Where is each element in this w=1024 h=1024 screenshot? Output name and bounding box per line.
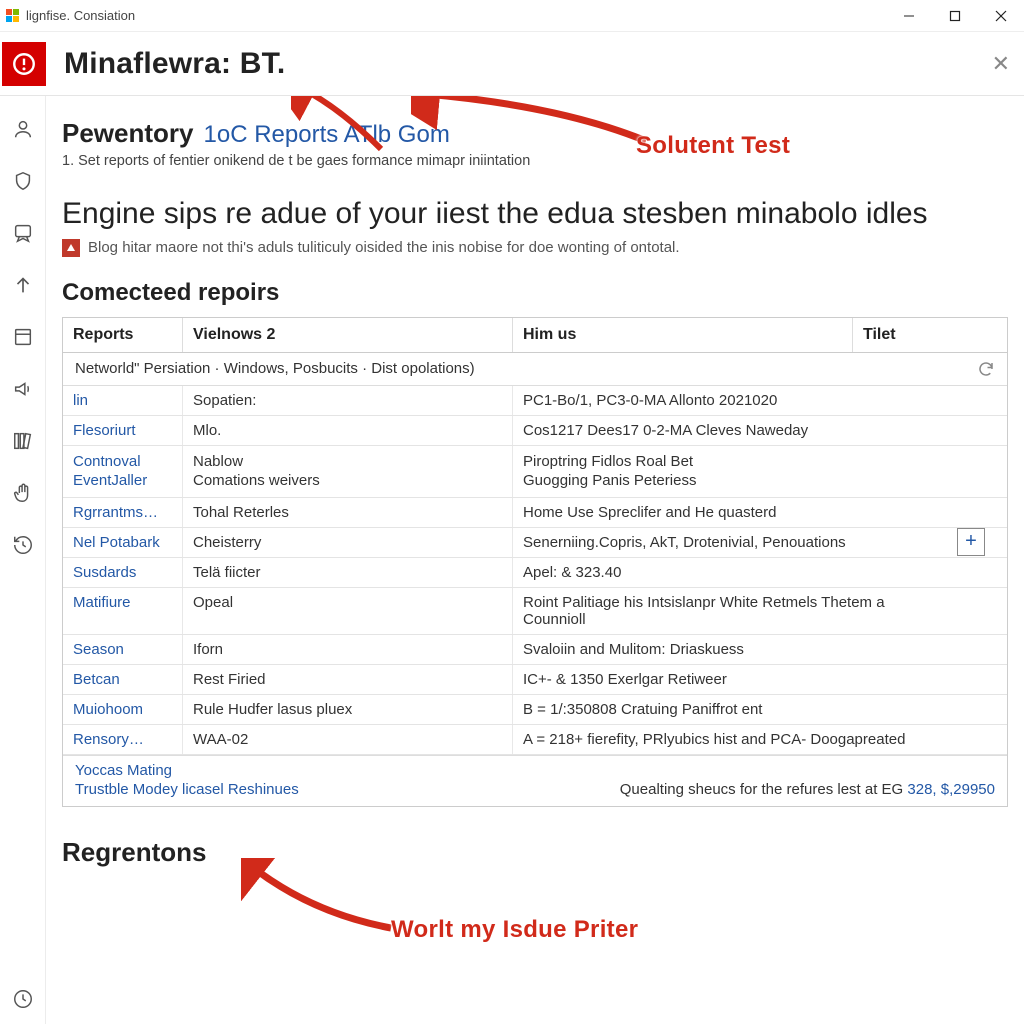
table-row[interactable]: FlesoriurtMlo.Cos1217 Dees17 0-2-MA Clev… [63, 416, 1007, 446]
app-title: Minaflewra: BT. [64, 47, 285, 81]
history-icon[interactable] [12, 534, 34, 556]
blog-note-text: Blog hitar maore not thi's aduls tulitic… [88, 239, 680, 256]
row-view-cell: Nablow Comations weivers [183, 446, 513, 497]
row-view-cell: Tohal Reterles [183, 498, 513, 527]
row-report-link[interactable]: Susdards [63, 558, 183, 587]
row-view-cell: Cheisterry [183, 528, 513, 557]
bottom-section-title: Regrentons [62, 837, 1008, 868]
table-row[interactable]: Nel PotabarkCheisterrySenerniing.Copris,… [63, 528, 1007, 558]
row-view-cell: Telä fiicter [183, 558, 513, 587]
clock-icon[interactable] [12, 988, 34, 1010]
table-breadcrumb-text: Networld" Persiation · Windows, Posbucit… [75, 360, 475, 377]
footer-link-1[interactable]: Yoccas Mating [75, 762, 995, 779]
table-breadcrumb: Networld" Persiation · Windows, Posbucit… [63, 353, 1007, 386]
add-button[interactable]: + [957, 528, 985, 556]
row-view-cell: Sopatien: [183, 386, 513, 415]
window-titlebar: lignfise. Consiation [0, 0, 1024, 32]
table-row[interactable]: Contnoval EventJallerNablow Comations we… [63, 446, 1007, 498]
table-col-reports[interactable]: Reports [63, 318, 183, 352]
table-row[interactable]: Rgrrantms…Tohal ReterlesHome Use Sprecli… [63, 498, 1007, 528]
window-close-button[interactable] [978, 0, 1024, 32]
row-view-cell: Iforn [183, 635, 513, 664]
table-row[interactable]: SusdardsTelä fiicterApel: & 323.40 [63, 558, 1007, 588]
table-col-himus[interactable]: Him us [513, 318, 853, 352]
app-header: Minaflewra: BT. ✕ [0, 32, 1024, 96]
shield-icon[interactable] [12, 170, 34, 192]
row-report-link[interactable]: Rgrrantms… [63, 498, 183, 527]
row-report-link[interactable]: Betcan [63, 665, 183, 694]
table-body[interactable]: linSopatien:PC1-Bo/1, PC3-0-MA Allonto 2… [63, 386, 1007, 755]
table-row[interactable]: BetcanRest FiriedIC+- & 1350 Exerlgar Re… [63, 665, 1007, 695]
annotation-arrow-3 [241, 858, 411, 938]
library-icon[interactable] [12, 430, 34, 452]
window-title: lignfise. Consiation [26, 8, 135, 23]
table-row[interactable]: linSopatien:PC1-Bo/1, PC3-0-MA Allonto 2… [63, 386, 1007, 416]
breadcrumb-subtitle: 1. Set reports of fentier onikend de t b… [62, 153, 1008, 169]
section-title: Comecteed repoirs [62, 279, 1008, 307]
warning-badge-icon [62, 239, 80, 257]
book-icon[interactable] [12, 326, 34, 348]
row-report-link[interactable]: Flesoriurt [63, 416, 183, 445]
row-report-link[interactable]: Contnoval EventJaller [63, 446, 183, 497]
row-report-link[interactable]: Season [63, 635, 183, 664]
header-close-button[interactable]: ✕ [992, 51, 1010, 77]
row-view-cell: Mlo. [183, 416, 513, 445]
row-desc-cell: Apel: & 323.40 [513, 558, 933, 587]
row-report-link[interactable]: Matifiure [63, 588, 183, 634]
table-row[interactable]: MatifiureOpealRoint Palitiage his Intsis… [63, 588, 1007, 635]
row-report-link[interactable]: lin [63, 386, 183, 415]
blog-note: Blog hitar maore not thi's aduls tulitic… [62, 239, 1008, 257]
row-view-cell: Rest Firied [183, 665, 513, 694]
footer-summary-link[interactable]: 328, $,29950 [907, 781, 995, 798]
footer-summary: Quealting sheucs for the refures lest at… [620, 781, 995, 798]
row-desc-cell: Roint Palitiage his Intsislanpr White Re… [513, 588, 933, 634]
window-controls [886, 0, 1024, 32]
windows-logo-icon [6, 9, 20, 23]
row-view-cell: Opeal [183, 588, 513, 634]
table-row[interactable]: Rensory…WAA-02A = 218+ fierefity, PRlyub… [63, 725, 1007, 755]
row-desc-cell: Senerniing.Copris, AkT, Drotenivial, Pen… [513, 528, 933, 557]
row-report-link[interactable]: Nel Potabark [63, 528, 183, 557]
app-logo-badge [2, 42, 46, 86]
window-minimize-button[interactable] [886, 0, 932, 32]
row-desc-cell: PC1-Bo/1, PC3-0-MA Allonto 2021020 [513, 386, 933, 415]
row-report-link[interactable]: Rensory… [63, 725, 183, 754]
row-desc-cell: B = 1/:350808 Cratuing Paniffrot ent [513, 695, 933, 724]
hand-icon[interactable] [12, 482, 34, 504]
table-col-tilet[interactable]: Tilet [853, 318, 1007, 352]
row-desc-cell: IC+- & 1350 Exerlgar Retiweer [513, 665, 933, 694]
user-icon[interactable] [12, 118, 34, 140]
table-row[interactable]: MuiohoomRule Hudfer lasus pluexB = 1/:35… [63, 695, 1007, 725]
row-desc-cell: Cos1217 Dees17 0-2-MA Cleves Naweday [513, 416, 933, 445]
row-view-cell: WAA-02 [183, 725, 513, 754]
table-header-row: Reports Vielnows 2 Him us Tilet [63, 318, 1007, 353]
window-maximize-button[interactable] [932, 0, 978, 32]
arrow-up-icon[interactable] [12, 274, 34, 296]
table-col-vielnows[interactable]: Vielnows 2 [183, 318, 513, 352]
sidebar [0, 96, 46, 1024]
page-headline: Engine sips re adue of your iiest the ed… [62, 195, 1008, 233]
row-desc-cell: Piroptring Fidlos Roal Bet Guogging Pani… [513, 446, 933, 497]
row-desc-cell: Svaloiin and Mulitom: Driaskuess [513, 635, 933, 664]
table-footer: Yoccas Mating Trustble Modey licasel Res… [63, 755, 1007, 806]
table-row[interactable]: SeasonIfornSvaloiin and Mulitom: Driasku… [63, 635, 1007, 665]
badge-icon[interactable] [12, 222, 34, 244]
breadcrumb-root: Pewentory [62, 118, 194, 149]
speaker-icon[interactable] [12, 378, 34, 400]
row-desc-cell: Home Use Spreclifer and He quasterd [513, 498, 933, 527]
row-desc-cell: A = 218+ fierefity, PRlyubics hist and P… [513, 725, 933, 754]
reports-table: Reports Vielnows 2 Him us Tilet Networld… [62, 317, 1008, 807]
refresh-icon[interactable] [977, 360, 995, 378]
main-content: Pewentory 1oC Reports ATlb Gom 1. Set re… [46, 96, 1024, 1024]
row-view-cell: Rule Hudfer lasus pluex [183, 695, 513, 724]
breadcrumb: Pewentory 1oC Reports ATlb Gom [62, 118, 1008, 149]
breadcrumb-link[interactable]: 1oC Reports ATlb Gom [204, 121, 450, 149]
row-report-link[interactable]: Muiohoom [63, 695, 183, 724]
annotation-label-bottom: Worlt my Isdue Priter [391, 916, 638, 944]
